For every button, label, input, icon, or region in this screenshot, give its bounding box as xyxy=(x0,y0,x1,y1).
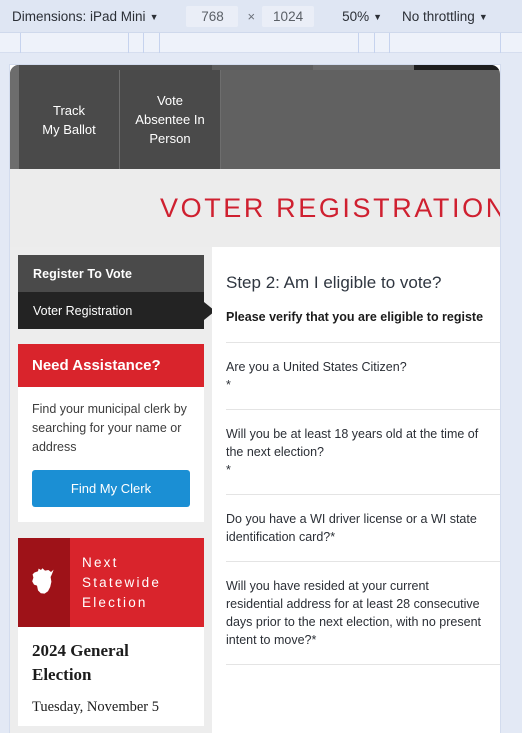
need-assistance-card: Need Assistance? Find your municipal cle… xyxy=(18,344,204,522)
ruler-tick xyxy=(358,33,359,53)
eligibility-question: Will you have resided at your current re… xyxy=(226,562,500,665)
viewport-width-input[interactable]: 768 xyxy=(186,5,239,27)
chevron-down-icon: ▼ xyxy=(149,11,159,22)
viewport-ruler xyxy=(0,33,522,53)
ruler-tick xyxy=(500,33,501,53)
dimension-times-icon: × xyxy=(247,8,256,24)
device-viewport: Track My Ballot Vote Absentee In Person … xyxy=(0,54,522,733)
need-assistance-body: Find your municipal clerk by searching f… xyxy=(18,387,204,522)
web-page: Track My Ballot Vote Absentee In Person … xyxy=(10,65,500,733)
election-card-header: Next Statewide Election xyxy=(18,538,204,627)
page-body: Register To Vote Voter Registration Need… xyxy=(10,247,500,733)
election-name: 2024 General Election xyxy=(32,641,129,684)
ruler-tick xyxy=(20,33,21,53)
sidebar-item-voter-registration[interactable]: Voter Registration xyxy=(18,292,204,329)
zoom-label: 50% xyxy=(342,8,370,24)
election-card-body: 2024 General Election Tuesday, November … xyxy=(18,627,204,726)
site-top-navigation: Track My Ballot Vote Absentee In Person xyxy=(10,65,500,169)
step-title: Step 2: Am I eligible to vote? xyxy=(226,273,442,292)
device-dimensions-label: Dimensions: iPad Mini xyxy=(12,8,146,24)
main-content: Step 2: Am I eligible to vote? Please ve… xyxy=(212,247,500,733)
eligibility-question: Do you have a WI driver license or a WI … xyxy=(226,495,500,562)
ruler-tick xyxy=(374,33,375,53)
sidebar: Register To Vote Voter Registration Need… xyxy=(10,247,212,733)
strip-segment xyxy=(313,65,414,70)
throttling-select[interactable]: No throttling ▼ xyxy=(400,7,490,26)
chevron-down-icon: ▼ xyxy=(373,11,383,22)
election-card-heading: Next Statewide Election xyxy=(82,554,162,610)
nav-item-track-my-ballot[interactable]: Track My Ballot xyxy=(19,70,120,169)
strip-segment xyxy=(414,65,500,70)
throttling-label: No throttling xyxy=(402,8,475,24)
devtools-device-toolbar: Dimensions: iPad Mini ▼ 768 × 1024 50% ▼… xyxy=(0,0,522,33)
screenshot-root: Dimensions: iPad Mini ▼ 768 × 1024 50% ▼… xyxy=(0,0,522,733)
eligibility-question-list: Are you a United States Citizen? * Will … xyxy=(226,342,500,665)
sidebar-nav: Register To Vote Voter Registration xyxy=(18,255,204,329)
need-assistance-heading: Need Assistance? xyxy=(18,344,204,387)
page-title: VOTER REGISTRATION xyxy=(160,192,500,223)
page-title-band: VOTER REGISTRATION xyxy=(10,169,500,247)
election-date: Tuesday, November 5 xyxy=(32,699,159,715)
nav-item-vote-absentee-in-person[interactable]: Vote Absentee In Person xyxy=(120,70,221,169)
device-dimensions-select[interactable]: Dimensions: iPad Mini ▼ xyxy=(10,7,160,26)
eligibility-question: Will you be at least 18 years old at the… xyxy=(226,410,500,495)
find-my-clerk-button[interactable]: Find My Clerk xyxy=(32,470,190,507)
topnav-left-edge xyxy=(10,65,19,169)
wisconsin-state-icon xyxy=(18,538,70,627)
next-statewide-election-card: Next Statewide Election 2024 General Ele… xyxy=(18,538,204,726)
ruler-tick xyxy=(389,33,390,53)
chevron-down-icon: ▼ xyxy=(478,11,488,22)
sidebar-item-register-to-vote[interactable]: Register To Vote xyxy=(18,255,204,292)
zoom-select[interactable]: 50% ▼ xyxy=(340,7,384,26)
ruler-tick xyxy=(159,33,160,53)
strip-segment xyxy=(212,65,313,70)
eligibility-question: Are you a United States Citizen? * xyxy=(226,343,500,410)
viewport-height-input[interactable]: 1024 xyxy=(262,5,315,27)
verify-eligibility-text: Please verify that you are eligible to r… xyxy=(226,310,484,324)
ruler-tick xyxy=(143,33,144,53)
need-assistance-text: Find your municipal clerk by searching f… xyxy=(32,402,187,454)
topnav-items: Track My Ballot Vote Absentee In Person xyxy=(19,70,221,169)
ruler-tick xyxy=(128,33,129,53)
